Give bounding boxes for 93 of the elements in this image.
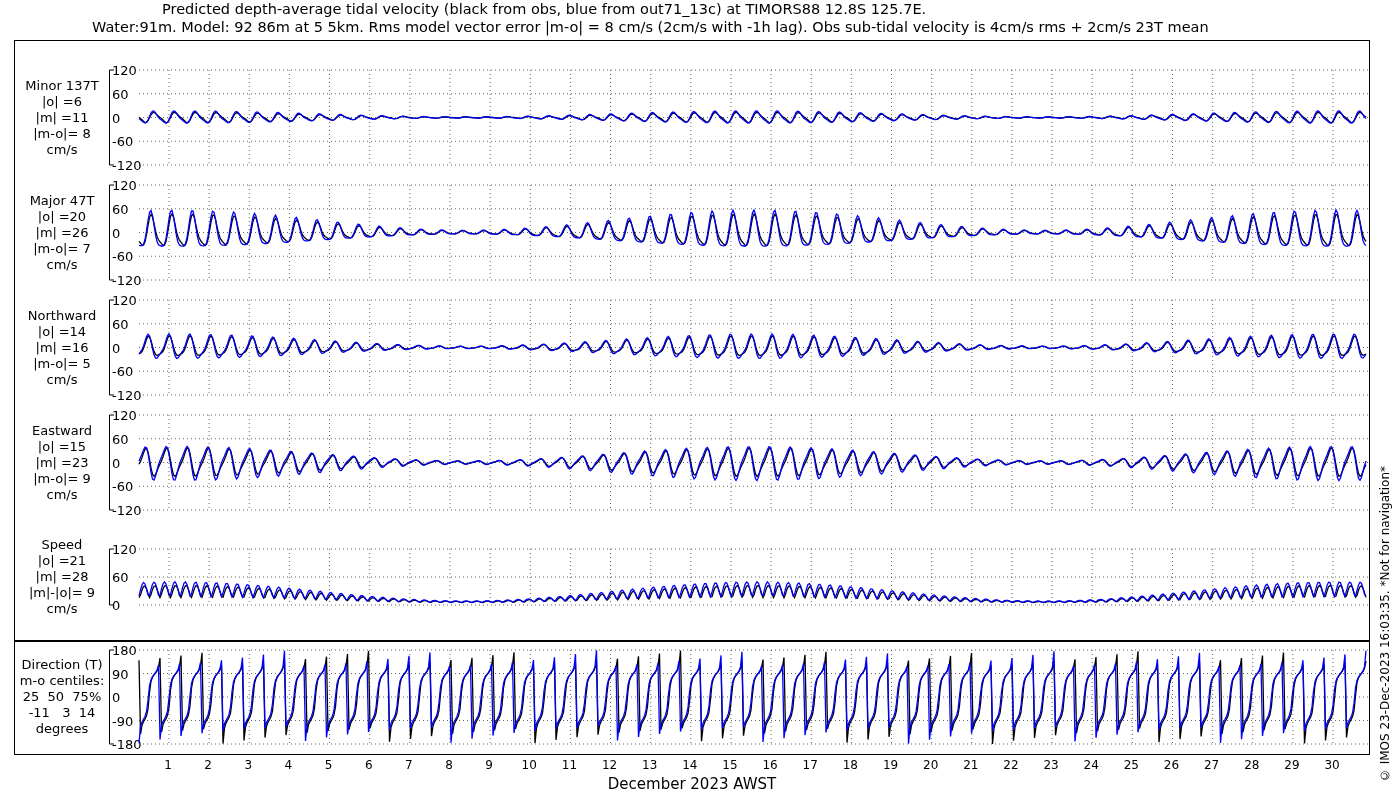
day-label: 21 — [963, 758, 979, 772]
day-label: 17 — [802, 758, 818, 772]
day-label: 28 — [1244, 758, 1260, 772]
panel-label: |o| =14 — [37, 323, 87, 340]
axis-tick-label: 120 — [112, 64, 137, 78]
axis-tick-label: -60 — [112, 249, 134, 265]
axis-tick-label: -60 — [112, 364, 134, 380]
axis-tick-label: -120 — [112, 503, 142, 518]
axis-tick-label: -60 — [112, 134, 134, 150]
day-label: 19 — [882, 758, 899, 772]
axis-tick-label: 0 — [112, 110, 121, 126]
panel-label: Northward — [27, 307, 97, 324]
axis-tick-label: 120 — [112, 179, 137, 193]
day-label: 23 — [1043, 758, 1059, 772]
axis-tick-label: 60 — [112, 570, 129, 585]
panel-label: |m-o|= 5 — [33, 355, 91, 372]
day-label: 12 — [601, 758, 618, 772]
panel-label: |o| =20 — [37, 208, 87, 225]
day-label: 13 — [642, 758, 658, 772]
axis-tick-label: 120 — [112, 409, 137, 423]
day-label: 18 — [842, 758, 858, 772]
panel-label: cm/s — [46, 256, 78, 273]
day-label: 26 — [1163, 758, 1180, 772]
axis-tick-label: 90 — [112, 666, 129, 682]
day-label: 11 — [561, 758, 578, 772]
axis-tick-label: 60 — [112, 431, 129, 447]
day-label: 25 — [1123, 758, 1139, 772]
panel-label: |m| =26 — [35, 224, 89, 241]
panel-label: |m-o|= 8 — [33, 125, 91, 142]
panel-label: cm/s — [46, 371, 78, 388]
day-label: 2 — [204, 758, 212, 772]
axis-tick-label: 0 — [112, 340, 121, 356]
panel-label: |m|-|o|= 9 — [28, 585, 96, 601]
panel-label: |o| =6 — [42, 93, 82, 110]
axis-tick-label: 60 — [112, 201, 129, 217]
axis-tick-label: 120 — [112, 294, 137, 308]
panel-label: cm/s — [46, 486, 78, 503]
day-label: 8 — [445, 758, 453, 772]
axis-tick-label: 0 — [112, 598, 121, 613]
panel-label: |m-o|= 7 — [33, 240, 91, 257]
panel-label: m-o centiles: — [19, 673, 105, 689]
axis-tick-label: -180 — [112, 737, 142, 752]
day-label: 27 — [1204, 758, 1220, 772]
panel-label: degrees — [35, 721, 89, 737]
day-label: 5 — [324, 758, 333, 772]
axis-tick-label: 0 — [112, 225, 121, 241]
day-label: 14 — [682, 758, 698, 772]
axis-tick-label: 120 — [112, 542, 137, 557]
day-label: 22 — [1003, 758, 1019, 772]
panel-label: Direction (T) — [21, 657, 103, 673]
day-label: 30 — [1324, 758, 1340, 772]
day-label: 24 — [1083, 758, 1099, 772]
panel-label: -11 3 14 — [28, 705, 96, 721]
axis-tick-label: -120 — [112, 388, 142, 403]
axis-label: December 2023 AWST — [606, 775, 778, 793]
day-label: 9 — [485, 758, 493, 772]
panel-label: Major 47T — [29, 192, 95, 209]
panel-label: cm/s — [46, 141, 78, 158]
axis-tick-label: 60 — [112, 86, 129, 102]
day-label: 20 — [923, 758, 939, 772]
day-label: 6 — [364, 758, 373, 772]
day-label: 1 — [164, 758, 172, 772]
axis-tick-label: 180 — [112, 643, 137, 658]
panel-label: Eastward — [32, 422, 92, 439]
day-label: 10 — [521, 758, 537, 772]
panel-label: |o| =21 — [37, 553, 87, 569]
panel-label: Minor 137T — [25, 77, 99, 94]
panel-label: |m-o|= 9 — [33, 470, 91, 487]
day-label: 15 — [722, 758, 738, 772]
panel-label: Speed — [41, 537, 83, 553]
day-label: 29 — [1284, 758, 1300, 772]
panel-label: cm/s — [46, 601, 78, 617]
panel-label: |m| =11 — [35, 109, 89, 126]
axis-tick-label: 0 — [112, 690, 121, 705]
day-label: 7 — [405, 758, 413, 772]
day-label: 16 — [762, 758, 778, 772]
day-label: 3 — [244, 758, 253, 772]
axis-tick-label: 0 — [112, 455, 121, 471]
panel-label: |m| =28 — [35, 569, 89, 585]
axis-tick-label: 60 — [112, 316, 129, 332]
axis-tick-label: -120 — [112, 158, 142, 173]
axis-tick-label: -120 — [112, 273, 142, 288]
copyright-note: © IMOS 23-Dec-2023 16:03:35. *Not for navigation* — [1378, 465, 1392, 782]
axis-tick-label: -60 — [112, 479, 134, 495]
chart-title: Predicted depth-average tidal velocity (black from obs, blue from out71_13c) at TIMORS88 12.8S 125.7E. — [162, 0, 928, 18]
axis-tick-label: -90 — [112, 713, 134, 729]
panel-label: |m| =16 — [35, 339, 89, 356]
chart-title: Water:91m. Model: 92 86m at 5 5km. Rms model vector error |m-o| = 8 cm/s (2cm/s with -1h lag). Obs sub-tidal velocity is 4cm/s rms + 2cm/s 23T mean — [92, 18, 1210, 36]
y-axis — [109, 548, 115, 606]
panel-label: |m| =23 — [35, 454, 89, 471]
panel-label: |o| =15 — [37, 438, 87, 455]
panel-label: 25 50 75% — [22, 689, 102, 705]
day-label: 4 — [284, 758, 293, 772]
